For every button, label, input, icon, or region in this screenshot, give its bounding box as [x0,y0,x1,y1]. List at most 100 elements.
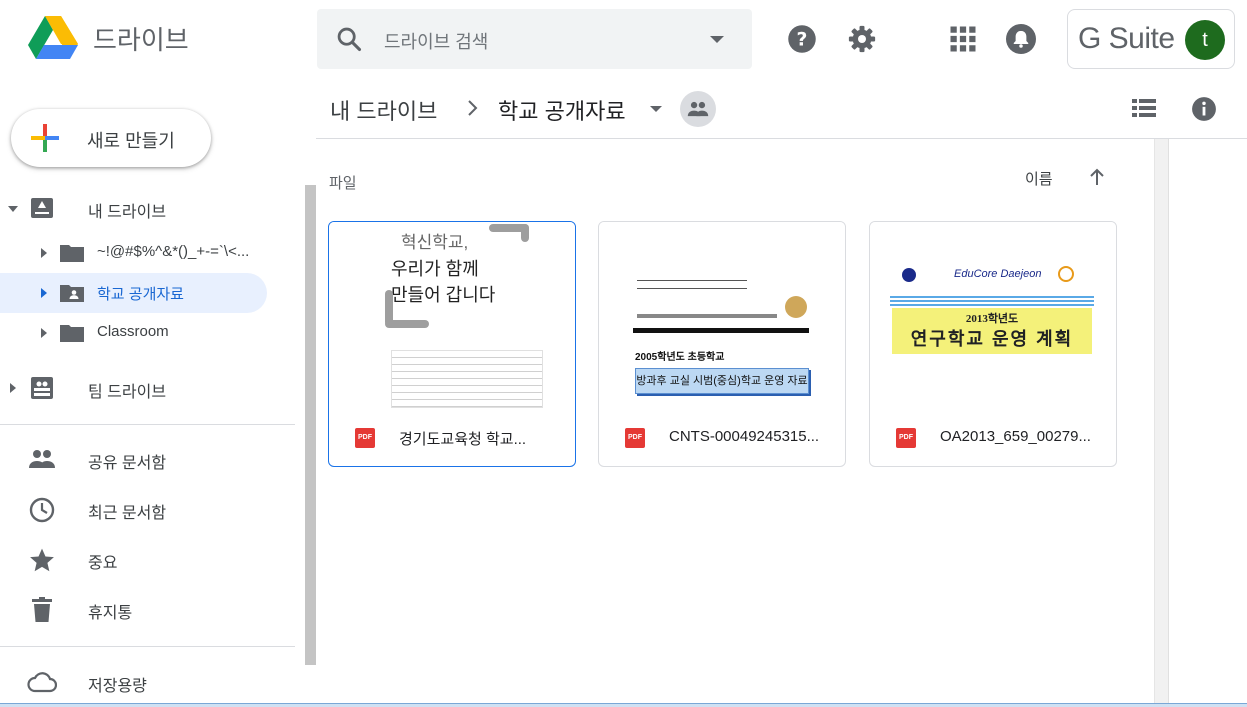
search-input[interactable]: 드라이브 검색 [384,28,488,54]
search-bar[interactable]: 드라이브 검색 [317,9,752,69]
sidebar-item-label: 팀 드라이브 [88,384,167,401]
pdf-file-icon: PDF [625,428,645,448]
file-thumbnail: 2005학년도 초등학교 방과후 교실 시범(중심)학교 운영 자료 [599,222,845,408]
gsuite-label: G Suite [1078,22,1175,55]
file-card[interactable]: 2005학년도 초등학교 방과후 교실 시범(중심)학교 운영 자료 PDF C… [598,221,846,467]
team-drive-icon [31,377,53,399]
shared-folder-badge[interactable] [680,91,716,127]
star-icon [30,548,54,572]
emblem-icon [785,296,807,318]
main-scrollbar[interactable] [1154,139,1169,707]
plus-icon [31,124,59,152]
thumb-text: 2013학년도 [965,313,1019,325]
sidebar-item-starred[interactable]: 중요 [0,539,267,579]
pdf-file-icon: PDF [355,428,375,448]
help-icon[interactable]: ? [787,24,817,54]
expand-arrow-icon[interactable] [41,248,47,258]
people-icon [29,450,55,468]
new-button-label: 새로 만들기 [87,131,175,151]
collapse-arrow-icon[interactable] [8,206,18,212]
sidebar-folder-item[interactable]: Classroom [0,313,267,353]
sidebar-scrollbar[interactable] [305,185,316,665]
my-drive-icon [31,198,53,218]
thumb-text: 우리가 함께 [391,259,479,279]
app-title: 드라이브 [93,25,189,55]
shared-folder-icon [60,285,84,302]
cloud-icon [27,672,57,693]
thumb-text: 2005학년도 초등학교 [635,352,725,363]
sidebar-item-label: Classroom [97,323,169,340]
thumb-title-box: 2013학년도 연구학교 운영 계획 [892,308,1092,354]
decorative-shape [385,320,429,328]
sidebar-divider [0,646,295,647]
file-name: OA2013_659_00279... [940,428,1091,445]
main-divider [316,138,1247,139]
sidebar-item-label: 저장용량 [88,678,147,695]
file-thumbnail: 혁신학교, 우리가 함께 만들어 갑니다 [329,222,575,408]
sort-by-name-button[interactable]: 이름 [1025,168,1053,189]
sidebar-item-label: 휴지통 [88,605,133,622]
top-bar: 드라이브 드라이브 검색 ? G Suite t [0,0,1247,80]
breadcrumb-current-folder[interactable]: 학교 공개자료 [498,94,626,126]
folder-menu-chevron-down-icon[interactable] [650,106,662,112]
folder-icon [60,245,84,262]
thumb-text: EduCore Daejeon [954,268,1042,280]
thumb-text: 혁신학교, [401,233,469,252]
search-options-icon[interactable] [710,36,724,43]
sidebar-item-label: 공유 문서함 [88,455,167,472]
thumb-text: 연구학교 운영 계획 [910,329,1074,349]
expand-arrow-icon[interactable] [41,288,47,298]
trash-icon [32,597,52,622]
sidebar-item-label: ~!@#$%^&*()_+-=`\<... [97,243,250,260]
sidebar-item-label: 학교 공개자료 [97,286,184,303]
file-thumbnail: EduCore Daejeon 2013학년도 연구학교 운영 계획 [870,222,1116,408]
list-view-icon[interactable] [1132,97,1156,119]
decorative-shape [521,224,529,242]
sidebar-item-team-drive[interactable]: 팀 드라이브 [0,368,267,408]
clock-icon [29,497,55,523]
file-card[interactable]: EduCore Daejeon 2013학년도 연구학교 운영 계획 PDF O… [869,221,1117,467]
sidebar-folder-item[interactable]: ~!@#$%^&*()_+-=`\<... [0,233,267,273]
info-icon[interactable] [1191,96,1217,122]
avatar[interactable]: t [1185,20,1225,60]
settings-gear-icon[interactable] [847,24,877,54]
sidebar-item-shared[interactable]: 공유 문서함 [0,439,267,479]
thumb-line [637,314,777,318]
sort-arrow-up-icon[interactable] [1088,168,1106,186]
apps-grid-icon[interactable] [948,24,978,54]
thumb-rule [633,328,809,333]
sidebar-item-label: 내 드라이브 [88,204,167,221]
sidebar-item-my-drive[interactable]: 내 드라이브 [0,188,267,228]
file-name: CNTS-00049245315... [669,428,820,445]
thumb-text: 만들어 갑니다 [391,285,496,305]
file-card[interactable]: 혁신학교, 우리가 함께 만들어 갑니다 PDF 경기도교육청 학교... [328,221,576,467]
folder-icon [60,325,84,342]
file-name: 경기도교육청 학교... [399,431,527,448]
breadcrumb-my-drive[interactable]: 내 드라이브 [330,94,437,126]
thumb-title-box: 방과후 교실 시범(중심)학교 운영 자료 [635,368,809,394]
sidebar-item-label: 최근 문서함 [88,505,167,522]
people-icon [687,101,709,117]
expand-arrow-icon[interactable] [41,328,47,338]
section-title-files: 파일 [329,175,357,192]
sidebar-item-label: 중요 [88,555,118,572]
chevron-right-icon [468,100,478,116]
logo-emblem-icon [1058,266,1074,282]
thumb-header-lines [637,276,747,292]
search-icon[interactable] [335,25,363,53]
window-bottom-edge [0,703,1247,707]
svg-text:?: ? [797,29,808,50]
account-switcher[interactable]: G Suite t [1067,9,1235,69]
drive-logo-icon[interactable] [28,16,78,60]
notifications-bell-icon[interactable] [1006,24,1036,54]
sidebar-item-trash[interactable]: 휴지통 [0,589,267,629]
new-button[interactable]: 새로 만들기 [11,109,211,167]
thumb-body-text [391,350,543,408]
pdf-file-icon: PDF [896,428,916,448]
expand-arrow-icon[interactable] [10,383,16,393]
sidebar-item-recent[interactable]: 최근 문서함 [0,489,267,529]
thumb-stripes [890,296,1094,306]
sidebar-item-storage[interactable]: 저장용량 [0,662,267,702]
logo-emblem-icon [902,268,916,282]
sidebar-folder-item-active[interactable]: 학교 공개자료 [0,273,267,313]
